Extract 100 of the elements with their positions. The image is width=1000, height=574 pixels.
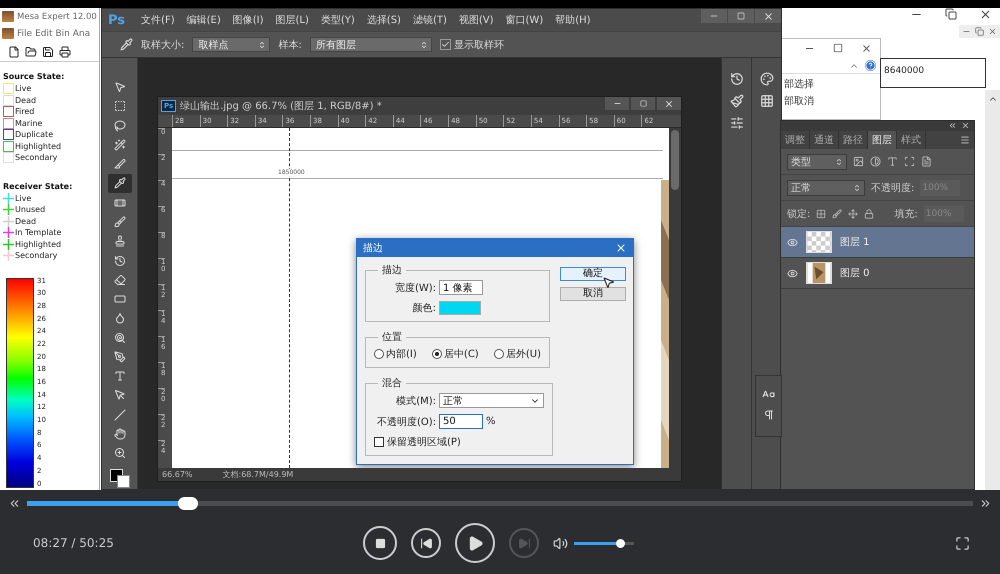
- menu-item[interactable]: 部取消: [782, 91, 880, 108]
- menu-item[interactable]: 窗口(W): [506, 13, 544, 27]
- magic-wand-icon: [114, 138, 126, 151]
- paragraph-icon[interactable]: [762, 409, 774, 421]
- menu-item[interactable]: 编辑(E): [186, 13, 221, 27]
- eyedropper-icon[interactable]: [120, 38, 133, 51]
- hand-icon: [114, 428, 126, 440]
- previous-button[interactable]: [411, 528, 441, 558]
- palette-icon[interactable]: [760, 72, 774, 86]
- width-field[interactable]: 1 像素: [439, 280, 483, 295]
- check-icon: [440, 40, 450, 49]
- maximize-button[interactable]: [728, 9, 754, 23]
- new-file-icon[interactable]: [8, 46, 20, 58]
- mode-select[interactable]: 正常: [439, 393, 544, 408]
- menu-icon[interactable]: [960, 135, 970, 145]
- lock-icon[interactable]: [864, 208, 874, 218]
- fullscreen-icon[interactable]: [955, 536, 970, 550]
- window-title: Mesa Expert 12.00: [17, 12, 97, 22]
- panel-tab[interactable]: 调整: [781, 131, 810, 149]
- legend-label: Unused: [15, 205, 46, 214]
- close-icon[interactable]: [979, 8, 992, 21]
- menu-item[interactable]: 类型(Y): [320, 13, 355, 27]
- close-icon[interactable]: [615, 242, 627, 254]
- ok-button[interactable]: 确定: [560, 267, 626, 281]
- knife-icon: [114, 158, 126, 170]
- panel-tab[interactable]: 图层: [868, 131, 897, 149]
- updown-icon: [258, 40, 266, 48]
- menu-item[interactable]: 选择(S): [366, 13, 401, 27]
- help-icon[interactable]: [865, 60, 876, 71]
- move-icon[interactable]: [848, 208, 858, 218]
- time-display: 08:27 / 50:25: [33, 536, 115, 550]
- radio-option[interactable]: 居中(C): [432, 347, 479, 361]
- folder-icon[interactable]: [25, 46, 37, 58]
- color-swatch[interactable]: [439, 301, 481, 315]
- eye-icon[interactable]: [787, 236, 798, 248]
- sliders-icon[interactable]: [730, 116, 744, 130]
- volume-handle[interactable]: [616, 538, 625, 548]
- restore-icon[interactable]: [975, 27, 984, 36]
- contrast-icon[interactable]: [870, 156, 881, 167]
- option-label: 填充:: [894, 208, 918, 220]
- history-icon[interactable]: [730, 72, 744, 86]
- panel-tab[interactable]: 样式: [897, 131, 926, 149]
- volume-icon[interactable]: [553, 536, 568, 550]
- legend-label: In Template: [15, 228, 62, 238]
- maximize-icon[interactable]: [833, 43, 843, 53]
- cancel-button[interactable]: 取消: [560, 287, 626, 301]
- printer-icon[interactable]: [59, 46, 71, 58]
- radio-option[interactable]: 内部(I): [374, 347, 417, 361]
- menu-item[interactable]: 图像(I): [232, 13, 264, 27]
- menu-item[interactable]: 视图(V): [458, 13, 494, 27]
- close-button[interactable]: [755, 9, 781, 23]
- grid-icon[interactable]: [760, 94, 774, 108]
- stop-button[interactable]: [363, 526, 397, 560]
- maximize-button[interactable]: [631, 97, 655, 110]
- filter-select[interactable]: 类型: [787, 154, 847, 170]
- brush-icon[interactable]: [832, 208, 842, 218]
- restore-icon[interactable]: [945, 8, 957, 20]
- checkbox[interactable]: 保留透明区域(P): [374, 435, 544, 449]
- document-icon[interactable]: [921, 156, 932, 167]
- dashed-square-icon: [114, 100, 126, 112]
- close-icon[interactable]: [861, 43, 872, 54]
- radio-option[interactable]: 居外(U): [494, 347, 541, 361]
- menu-item[interactable]: 滤镜(T): [412, 13, 447, 27]
- close-icon[interactable]: [988, 27, 997, 36]
- menu-item[interactable]: 部选择: [782, 74, 880, 91]
- group-title: 位置: [381, 330, 403, 344]
- blend-select[interactable]: 正常: [787, 180, 865, 196]
- save-icon[interactable]: [42, 46, 54, 58]
- layer-row[interactable]: 图层 1: [781, 227, 974, 258]
- opacity-field[interactable]: 50: [439, 414, 483, 429]
- history-icon: [114, 254, 126, 267]
- menu-item[interactable]: File: [17, 28, 32, 38]
- unit-label: %: [486, 416, 496, 427]
- background-swatch[interactable]: [116, 475, 130, 488]
- image-icon[interactable]: [853, 156, 864, 167]
- field-label: 颜色:: [412, 302, 436, 315]
- menu-item[interactable]: 图层(L): [276, 13, 309, 27]
- sample-select[interactable]: 所有图层: [310, 37, 432, 52]
- collapse-icon[interactable]: [948, 121, 957, 130]
- volume-track[interactable]: [574, 542, 634, 544]
- progress-handle[interactable]: [178, 496, 198, 510]
- updown-icon: [835, 158, 843, 166]
- frame-icon[interactable]: [904, 156, 915, 167]
- pointer-icon: [114, 81, 126, 94]
- close-icon: [664, 98, 674, 108]
- legend-label: Live: [15, 84, 32, 94]
- menu-item[interactable]: 文件(F): [141, 13, 175, 27]
- close-button[interactable]: [657, 97, 681, 110]
- eye-icon[interactable]: [787, 268, 798, 278]
- text-icon[interactable]: [887, 156, 898, 167]
- menu-item[interactable]: Bin Ana: [56, 28, 90, 38]
- checker-icon[interactable]: [816, 208, 826, 218]
- play-button[interactable]: [455, 523, 495, 563]
- menu-item[interactable]: Edit: [35, 28, 52, 38]
- brush-icon[interactable]: [730, 94, 744, 108]
- menu-item[interactable]: 帮助(H): [555, 13, 591, 27]
- sample-size-select[interactable]: 取样点: [192, 37, 270, 52]
- tool-button[interactable]: [108, 174, 132, 193]
- show-ring-checkbox[interactable]: 显示取样环: [440, 38, 504, 52]
- panel-tab[interactable]: 通道: [810, 131, 839, 149]
